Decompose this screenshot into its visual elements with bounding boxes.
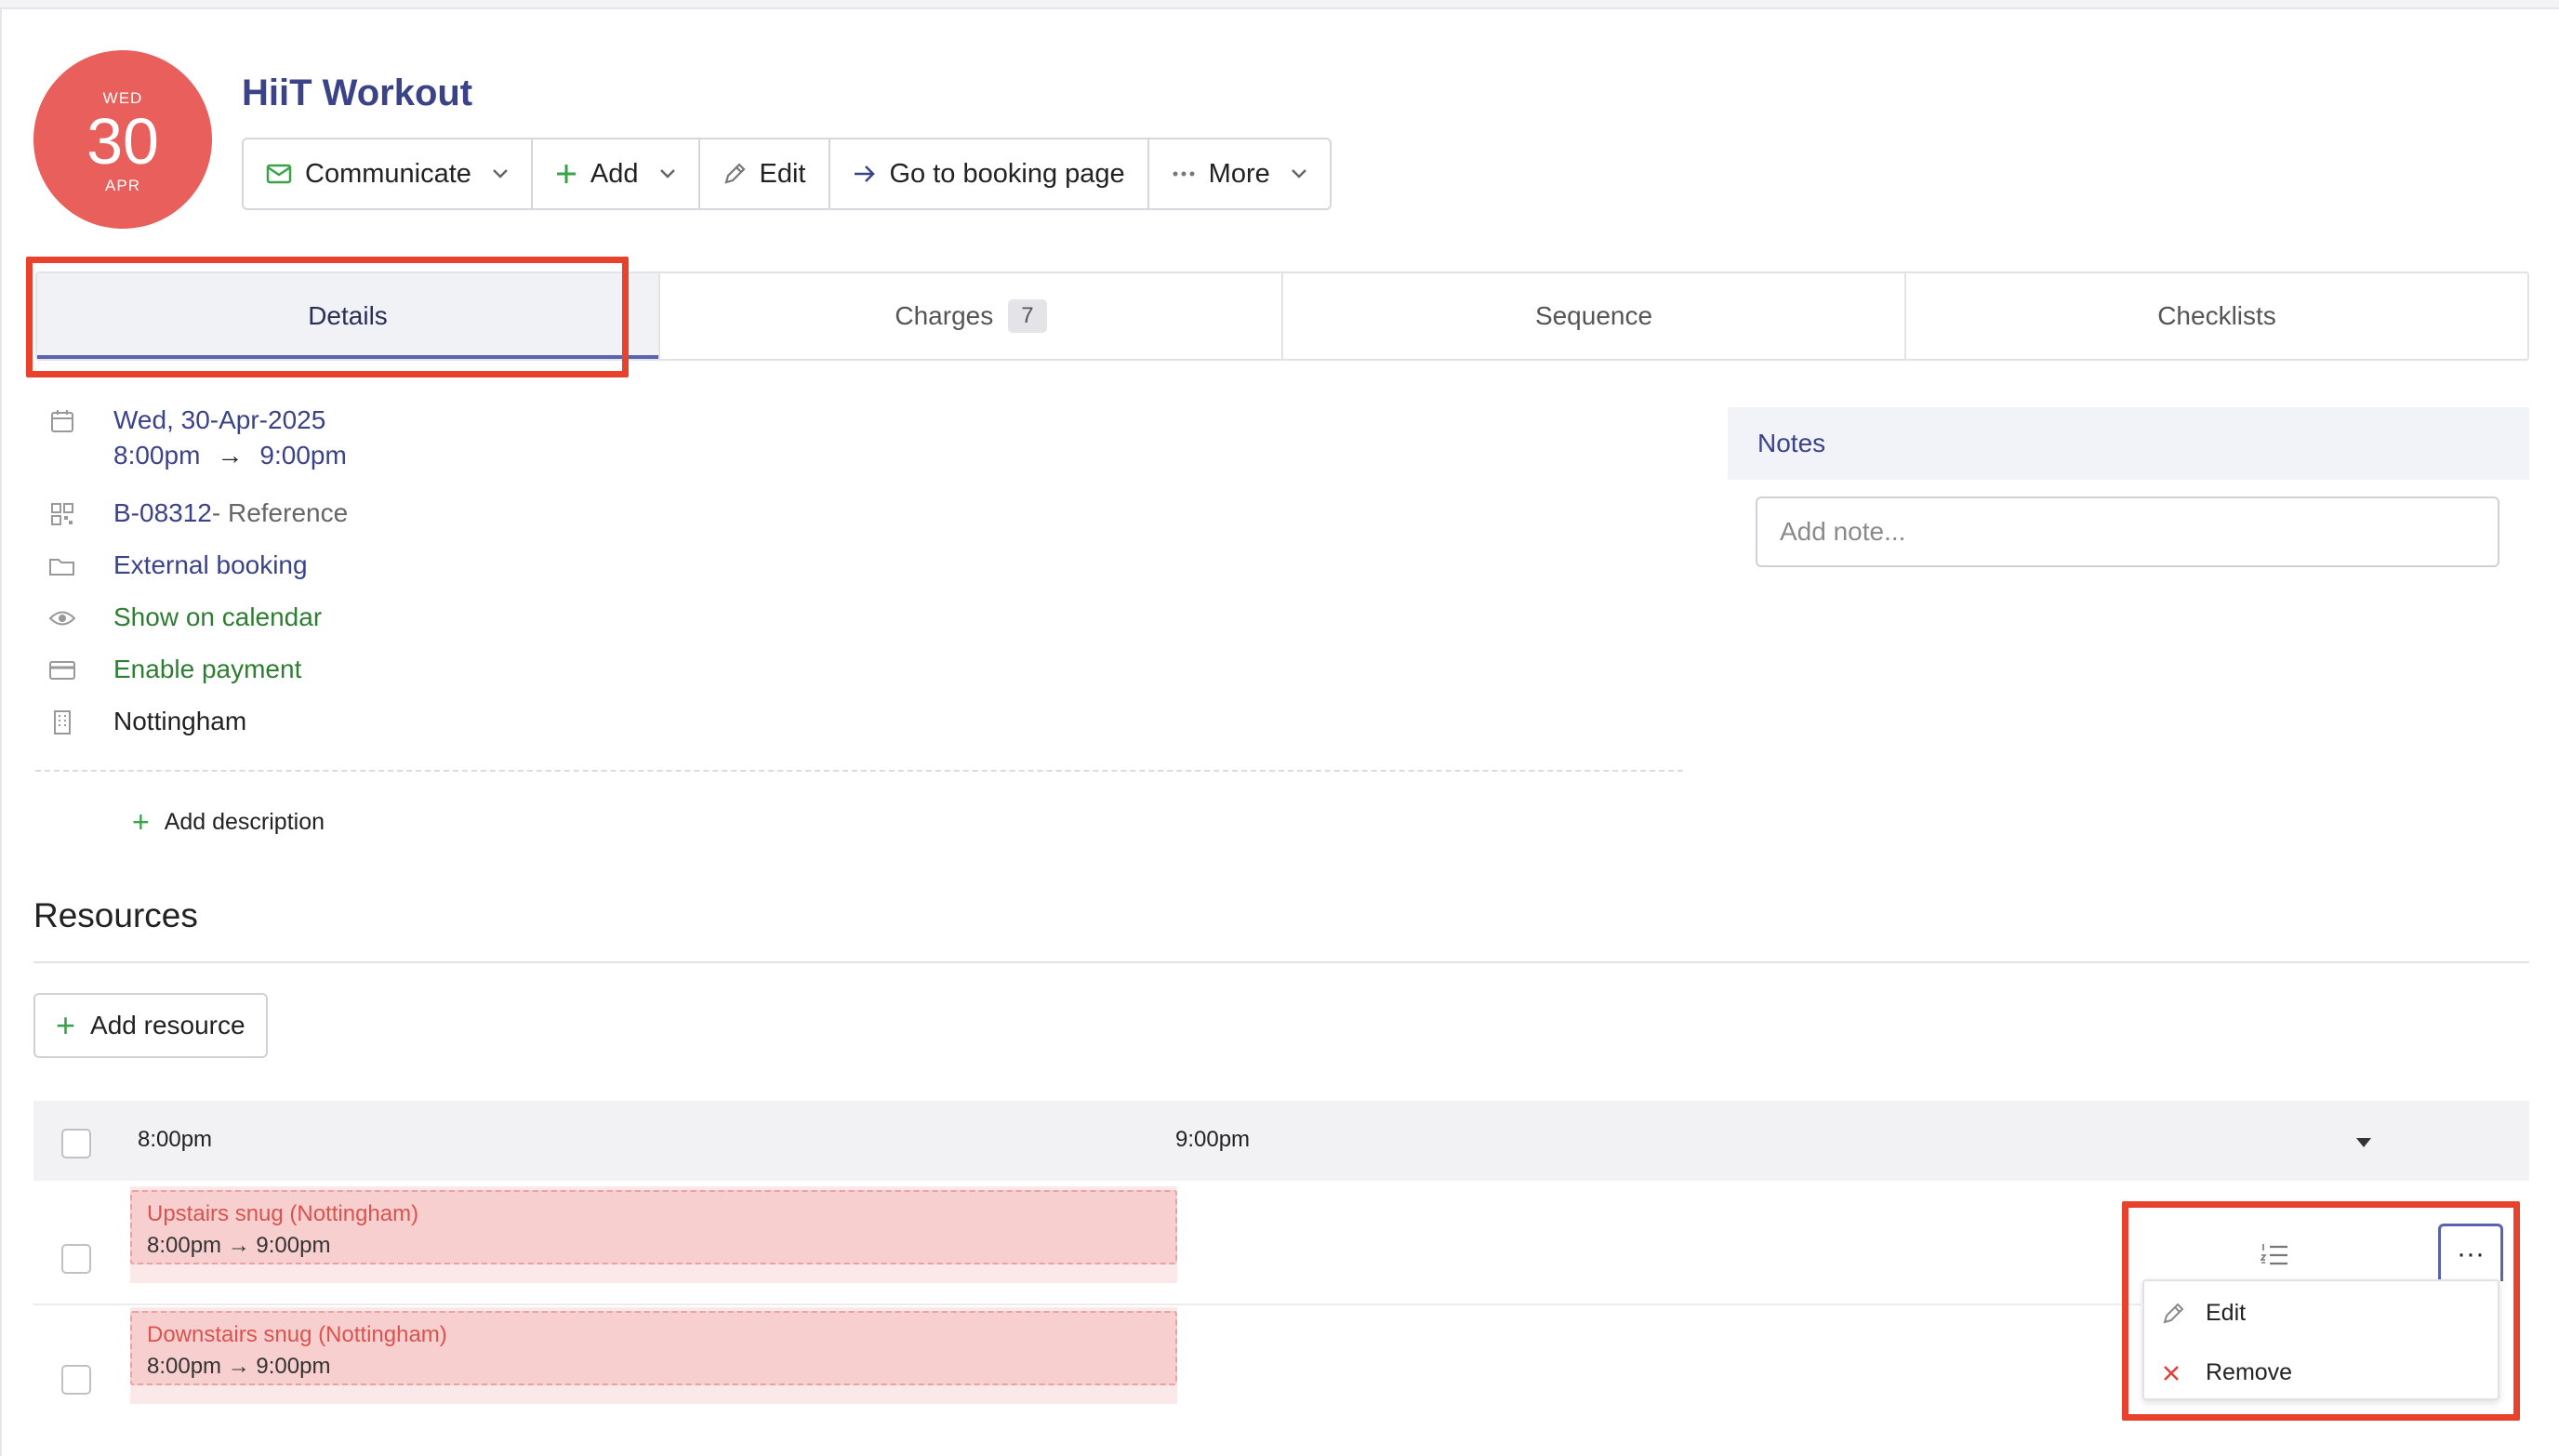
select-all-checkbox[interactable] (61, 1129, 91, 1158)
add-description-label: Add description (164, 809, 325, 835)
menu-item-edit-label: Edit (2206, 1300, 2247, 1326)
more-label: More (1208, 158, 1270, 189)
tab-checklists-label: Checklists (2157, 301, 2276, 330)
calendar-icon (46, 405, 78, 437)
pencil-icon (723, 162, 747, 186)
arrow-right-icon: → (217, 441, 244, 470)
pencil-icon (2161, 1302, 2189, 1326)
add-resource-label: Add resource (90, 1011, 245, 1039)
folder-icon (46, 550, 78, 582)
tab-details[interactable]: Details (37, 273, 660, 359)
tab-sequence[interactable]: Sequence (1283, 273, 1906, 359)
timeline-header (33, 1101, 2529, 1181)
show-on-calendar-link[interactable]: Show on calendar (113, 602, 322, 632)
plus-icon (555, 163, 577, 185)
communicate-label: Communicate (305, 158, 471, 189)
date-badge-month: APR (105, 177, 140, 194)
payment-row: Enable payment (46, 655, 301, 686)
page-title: HiiT Workout (242, 73, 473, 113)
resource-time: 8:00pm → 9:00pm (147, 1354, 331, 1379)
go-to-booking-page-label: Go to booking page (889, 158, 1125, 189)
timeline-end-label: 9:00pm (1175, 1127, 1251, 1152)
divider (35, 770, 1683, 772)
location-row: Nottingham (46, 707, 246, 738)
location: Nottingham (113, 707, 247, 735)
reference-code[interactable]: B-08312 (113, 498, 212, 528)
add-label: Add (590, 158, 639, 189)
enable-payment-link[interactable]: Enable payment (113, 655, 301, 684)
notes-header: Notes (1728, 407, 2529, 480)
timeline-start-label: 8:00pm (138, 1127, 213, 1152)
menu-item-remove-label: Remove (2206, 1359, 2293, 1385)
tab-charges-label: Charges (895, 301, 994, 330)
communicate-button[interactable]: Communicate (244, 139, 533, 208)
envelope-icon (266, 164, 292, 184)
tab-charges[interactable]: Charges 7 (660, 273, 1283, 359)
ellipsis-icon (1172, 170, 1196, 178)
date-time-row: Wed, 30-Apr-2025 8:00pm → 9:00pm (46, 405, 347, 470)
reference-row: B-08312 - Reference (46, 498, 348, 530)
row-actions-dropdown: Edit Remove (2142, 1279, 2499, 1400)
close-icon (2161, 1363, 2189, 1383)
more-button[interactable]: More (1149, 139, 1330, 208)
plus-icon: + (56, 1006, 76, 1044)
tab-sequence-label: Sequence (1534, 301, 1653, 330)
plus-icon: + (132, 805, 150, 839)
add-note-input[interactable] (1756, 496, 2499, 567)
resource-slot-upstairs[interactable]: Upstairs snug (Nottingham) 8:00pm → 9:00… (130, 1190, 1177, 1264)
sort-caret-icon[interactable] (2354, 1136, 2373, 1154)
resource-slot-downstairs[interactable]: Downstairs snug (Nottingham) 8:00pm → 9:… (130, 1311, 1177, 1385)
tab-checklists[interactable]: Checklists (1906, 273, 2527, 359)
booking-page: WED 30 APR HiiT Workout Communicate Add (0, 7, 2559, 1456)
booking-type[interactable]: External booking (113, 550, 308, 580)
building-icon (46, 707, 78, 738)
start-time: 8:00pm (113, 441, 201, 470)
ordered-list-icon[interactable] (2260, 1242, 2289, 1273)
resources-heading: Resources (33, 896, 198, 934)
date-badge: WED 30 APR (33, 50, 212, 229)
row-checkbox[interactable] (61, 1365, 91, 1395)
resource-name: Downstairs snug (Nottingham) (147, 1322, 447, 1347)
eye-icon (46, 602, 78, 634)
calendar-visibility-row: Show on calendar (46, 602, 322, 634)
booking-time-range[interactable]: 8:00pm → 9:00pm (113, 441, 347, 470)
tab-bar: Details Charges 7 Sequence Checklists (35, 271, 2529, 361)
row-checkbox[interactable] (61, 1244, 91, 1274)
edit-button[interactable]: Edit (700, 139, 830, 208)
qr-code-icon (46, 498, 78, 530)
add-button[interactable]: Add (533, 139, 700, 208)
add-resource-button[interactable]: + Add resource (33, 993, 268, 1058)
booking-type-row: External booking (46, 550, 308, 582)
date-badge-day: 30 (86, 105, 159, 178)
credit-card-icon (46, 655, 78, 686)
edit-label: Edit (759, 158, 806, 189)
chevron-down-icon (1291, 168, 1307, 179)
add-description-button[interactable]: + Add description (132, 805, 325, 840)
chevron-down-icon (492, 168, 509, 179)
menu-item-remove[interactable]: Remove (2161, 1359, 2292, 1386)
resource-time: 8:00pm → 9:00pm (147, 1233, 331, 1258)
row-actions-button[interactable]: ··· (2438, 1224, 2503, 1281)
menu-item-edit[interactable]: Edit (2161, 1300, 2246, 1327)
resource-name: Upstairs snug (Nottingham) (147, 1201, 419, 1226)
arrow-right-icon (853, 164, 877, 184)
charges-count-badge: 7 (1008, 299, 1047, 333)
tab-details-label: Details (308, 301, 388, 330)
chevron-down-icon (659, 168, 676, 179)
divider (33, 961, 2529, 963)
toolbar: Communicate Add Edit Go to booking page … (242, 138, 1332, 210)
row-divider (33, 1304, 2141, 1305)
end-time: 9:00pm (259, 441, 347, 470)
booking-date[interactable]: Wed, 30-Apr-2025 (113, 405, 347, 435)
go-to-booking-page-button[interactable]: Go to booking page (830, 139, 1149, 208)
reference-suffix: - Reference (211, 498, 349, 527)
